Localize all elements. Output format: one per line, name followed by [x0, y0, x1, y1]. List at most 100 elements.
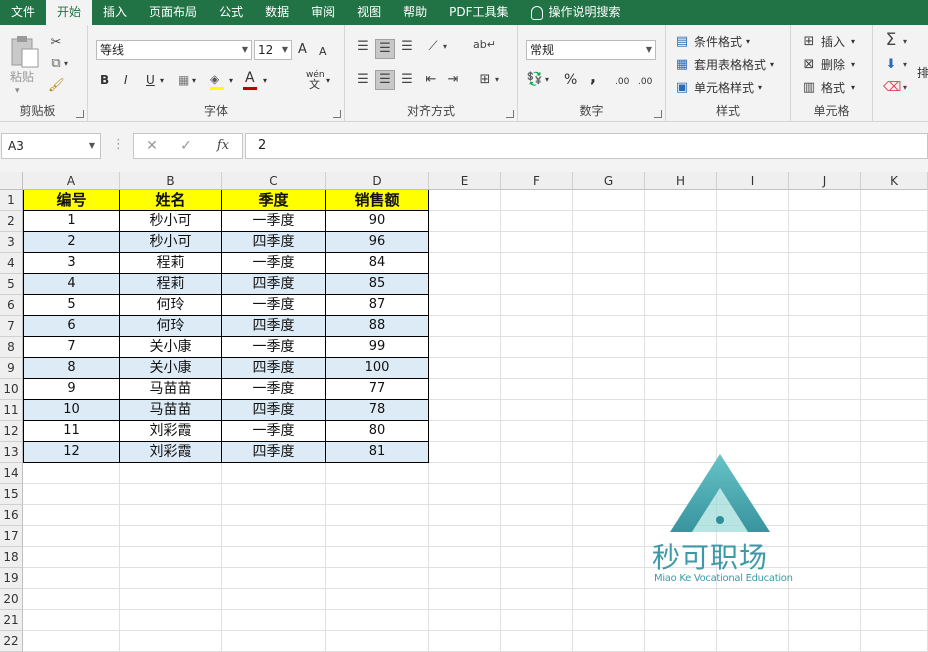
clear-icon[interactable]: ⌫ — [883, 80, 899, 96]
empty-cell[interactable] — [120, 631, 222, 652]
row-header[interactable]: 6 — [0, 295, 23, 316]
align-top-icon[interactable]: ☰ — [353, 39, 373, 59]
empty-cell[interactable] — [645, 337, 717, 358]
empty-cell[interactable] — [717, 274, 789, 295]
align-center-icon[interactable]: ☰ — [375, 70, 395, 90]
font-launcher-icon[interactable] — [333, 110, 341, 118]
empty-cell[interactable] — [717, 337, 789, 358]
empty-cell[interactable] — [501, 631, 573, 652]
table-header-cell[interactable]: 编号 — [23, 190, 120, 211]
empty-cell[interactable] — [573, 316, 645, 337]
empty-cell[interactable] — [429, 211, 501, 232]
table-cell[interactable]: 88 — [326, 316, 429, 337]
empty-cell[interactable] — [789, 589, 861, 610]
empty-cell[interactable] — [789, 400, 861, 421]
empty-cell[interactable] — [120, 610, 222, 631]
row-header[interactable]: 14 — [0, 463, 23, 484]
empty-cell[interactable] — [789, 505, 861, 526]
empty-cell[interactable] — [501, 232, 573, 253]
table-cell[interactable]: 77 — [326, 379, 429, 400]
empty-cell[interactable] — [429, 253, 501, 274]
empty-cell[interactable] — [222, 568, 326, 589]
empty-cell[interactable] — [789, 463, 861, 484]
empty-cell[interactable] — [717, 421, 789, 442]
empty-cell[interactable] — [645, 211, 717, 232]
percent-button[interactable]: % — [564, 72, 577, 88]
empty-cell[interactable] — [861, 505, 928, 526]
empty-cell[interactable] — [326, 610, 429, 631]
empty-cell[interactable] — [717, 631, 789, 652]
table-cell[interactable]: 11 — [23, 421, 120, 442]
tab-insert[interactable]: 插入 — [92, 0, 138, 25]
empty-cell[interactable] — [326, 526, 429, 547]
accounting-dropdown-icon[interactable]: ▾ — [545, 72, 549, 88]
empty-cell[interactable] — [789, 232, 861, 253]
empty-cell[interactable] — [573, 526, 645, 547]
empty-cell[interactable] — [861, 421, 928, 442]
insert-function-button[interactable]: fx — [214, 138, 232, 154]
tab-review[interactable]: 审阅 — [300, 0, 346, 25]
empty-cell[interactable] — [861, 589, 928, 610]
empty-cell[interactable] — [429, 589, 501, 610]
tab-pdf-tools[interactable]: PDF工具集 — [438, 0, 519, 25]
column-header[interactable]: A — [23, 172, 120, 190]
empty-cell[interactable] — [326, 547, 429, 568]
empty-cell[interactable] — [789, 484, 861, 505]
empty-cell[interactable] — [861, 610, 928, 631]
empty-cell[interactable] — [222, 631, 326, 652]
table-cell[interactable]: 一季度 — [222, 295, 326, 316]
autosum-icon[interactable]: Σ — [883, 32, 899, 48]
underline-dropdown-icon[interactable]: ▾ — [160, 73, 164, 89]
empty-cell[interactable] — [861, 379, 928, 400]
copy-dropdown-icon[interactable]: ▾ — [64, 56, 68, 72]
column-header[interactable]: H — [645, 172, 717, 190]
table-cell[interactable]: 一季度 — [222, 211, 326, 232]
table-cell[interactable]: 7 — [23, 337, 120, 358]
empty-cell[interactable] — [861, 442, 928, 463]
table-cell[interactable]: 90 — [326, 211, 429, 232]
row-header[interactable]: 4 — [0, 253, 23, 274]
empty-cell[interactable] — [789, 526, 861, 547]
empty-cell[interactable] — [789, 253, 861, 274]
table-cell[interactable]: 100 — [326, 358, 429, 379]
empty-cell[interactable] — [573, 190, 645, 211]
empty-cell[interactable] — [501, 379, 573, 400]
row-header[interactable]: 21 — [0, 610, 23, 631]
font-color-dropdown-icon[interactable]: ▾ — [263, 73, 267, 89]
empty-cell[interactable] — [429, 316, 501, 337]
formula-input[interactable]: 2 — [245, 133, 928, 159]
empty-cell[interactable] — [573, 505, 645, 526]
conditional-dropdown-icon[interactable]: ▾ — [746, 34, 750, 50]
align-right-icon[interactable]: ☰ — [397, 72, 417, 88]
wrap-text-icon[interactable]: ab↵ — [473, 37, 493, 53]
empty-cell[interactable] — [717, 316, 789, 337]
name-box[interactable]: A3▼ — [1, 133, 101, 159]
empty-cell[interactable] — [222, 526, 326, 547]
row-header[interactable]: 2 — [0, 211, 23, 232]
number-format-select[interactable]: 常规▼ — [526, 40, 656, 60]
empty-cell[interactable] — [120, 526, 222, 547]
empty-cell[interactable] — [23, 505, 120, 526]
decrease-decimal-button[interactable]: .00 — [638, 74, 652, 90]
table-cell[interactable]: 何玲 — [120, 316, 222, 337]
empty-cell[interactable] — [645, 589, 717, 610]
insert-dropdown-icon[interactable]: ▾ — [851, 34, 855, 50]
empty-cell[interactable] — [573, 274, 645, 295]
empty-cell[interactable] — [861, 631, 928, 652]
table-cell[interactable]: 3 — [23, 253, 120, 274]
empty-cell[interactable] — [789, 316, 861, 337]
border-icon[interactable]: ▦ — [178, 72, 189, 88]
empty-cell[interactable] — [573, 589, 645, 610]
empty-cell[interactable] — [501, 253, 573, 274]
table-cell[interactable]: 关小康 — [120, 358, 222, 379]
phonetic-dropdown-icon[interactable]: ▾ — [326, 73, 330, 89]
more-options-icon[interactable]: ⋮ — [112, 137, 122, 153]
empty-cell[interactable] — [861, 274, 928, 295]
table-cell[interactable]: 四季度 — [222, 316, 326, 337]
table-header-cell[interactable]: 姓名 — [120, 190, 222, 211]
empty-cell[interactable] — [861, 547, 928, 568]
paste-icon[interactable] — [8, 35, 40, 69]
empty-cell[interactable] — [789, 421, 861, 442]
table-format-dropdown-icon[interactable]: ▾ — [770, 57, 774, 73]
empty-cell[interactable] — [861, 463, 928, 484]
